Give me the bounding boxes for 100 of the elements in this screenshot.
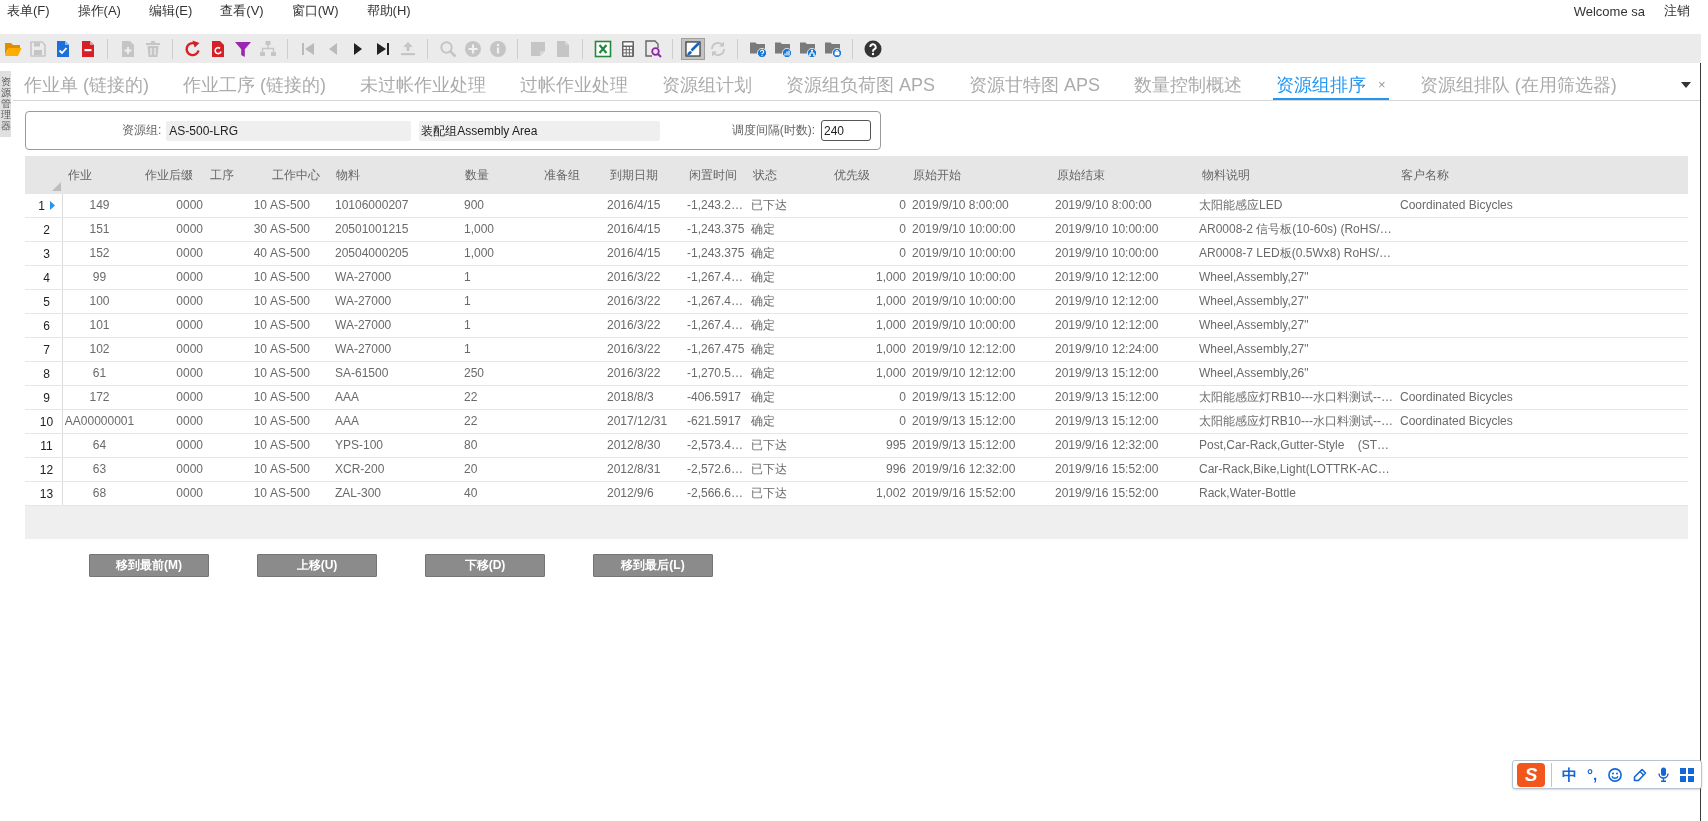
table-cell-text: AS-500	[269, 221, 312, 238]
table-cell-text: 0000	[175, 365, 204, 382]
column-header[interactable]: 数量	[460, 156, 541, 194]
row-number: 13	[39, 486, 54, 501]
refresh-icon[interactable]	[183, 39, 202, 58]
funnel-icon[interactable]	[233, 39, 252, 58]
column-header[interactable]: 准备组	[541, 156, 605, 194]
table-cell-text: 10	[252, 197, 268, 214]
column-header[interactable]: 状态	[750, 156, 809, 194]
move-first-button[interactable]: 移到最前(M)	[89, 554, 209, 577]
row-number: 1	[38, 198, 45, 213]
table-cell-text: Post,Car-Rack,Gutter-Style (ST…	[1198, 437, 1391, 454]
table-cell-text: -2,566.6…	[686, 485, 745, 502]
table-cell-text: 102	[88, 341, 111, 358]
menu-item[interactable]: 编辑(E)	[148, 2, 193, 20]
table-cell-text: 确定	[750, 365, 776, 382]
table-cell-text: 太阳能感应灯RB10---水口料测试--…	[1198, 389, 1394, 406]
column-header[interactable]: 作业	[63, 156, 136, 194]
table-cell-text: -2,573.4…	[686, 437, 745, 454]
column-header[interactable]: 物料	[331, 156, 460, 194]
table-cell-text: 2019/9/16 15:52:00	[1054, 461, 1160, 478]
table-cell-text: AS-500	[269, 365, 312, 382]
menu-item[interactable]: 操作(A)	[77, 2, 121, 20]
tab-close-button[interactable]: ×	[1378, 73, 1386, 97]
spreadsheet-icon[interactable]	[593, 39, 612, 58]
table-cell-text: 10	[252, 293, 268, 310]
table-cell-text: Car-Rack,Bike,Light(LOTTRK-AC…	[1198, 461, 1391, 478]
table-cell-text: 2019/9/10 10:00:00	[911, 317, 1017, 334]
move-down-button[interactable]: 下移(D)	[425, 554, 545, 577]
table-cell-text: 2019/9/10 10:00:00	[1054, 245, 1160, 262]
table-cell-text: 确定	[750, 317, 776, 334]
input-mode-toggle[interactable]: 中	[1562, 764, 1577, 785]
table-cell-text: 1	[463, 269, 472, 286]
table-cell-text: 0000	[175, 293, 204, 310]
document-search-icon[interactable]	[643, 39, 662, 58]
ime-logo: S	[1517, 762, 1545, 787]
resource-group-field[interactable]: AS-500-LRG	[166, 120, 412, 141]
table-cell-text: 1,000	[874, 293, 907, 310]
column-header[interactable]: 作业后缀	[136, 156, 205, 194]
column-header[interactable]: 优先级	[809, 156, 909, 194]
move-last-button[interactable]: 移到最后(L)	[593, 554, 713, 577]
table-cell-text: -1,267.4…	[686, 293, 745, 310]
table-cell-text: 22	[463, 389, 479, 406]
table-cell-text: 2019/9/10 10:00:00	[911, 221, 1017, 238]
table-cell-text: AS-500	[269, 341, 312, 358]
table-cell-text: 确定	[750, 389, 776, 406]
table-cell-text: 2019/9/13 15:12:00	[911, 437, 1017, 454]
table-cell-text: 0000	[175, 389, 204, 406]
tab[interactable]: 资源组排序 ×	[1273, 73, 1389, 100]
side-panel-tab[interactable]: 资源管理器	[0, 71, 11, 137]
table-cell-text: Coordinated Bicycles	[1399, 197, 1514, 214]
table-cell-text: 2018/8/3	[606, 389, 655, 406]
table-cell-text: -2,572.6…	[686, 461, 745, 478]
table-cell-text: 20	[463, 461, 479, 478]
column-header[interactable]: 工序	[205, 156, 268, 194]
table-cell-text: 99	[91, 269, 108, 286]
interval-input[interactable]: 240	[821, 120, 871, 141]
table-cell-text: 2019/9/10 10:00:00	[911, 293, 1017, 310]
table-cell-text: 0000	[175, 221, 204, 238]
table-cell-text: ZAL-300	[334, 485, 383, 502]
table-cell-text: 996	[884, 461, 907, 478]
punctuation-toggle[interactable]: °,	[1587, 764, 1598, 785]
table-cell-text: AAA	[334, 413, 360, 430]
column-header[interactable]: 工作中心	[268, 156, 331, 194]
brush-icon[interactable]	[680, 37, 705, 60]
table-cell-text: -1,267.4…	[686, 317, 745, 334]
table-cell-text: AS-500	[269, 485, 312, 502]
table-cell-text: 2016/3/22	[606, 365, 662, 382]
table-cell-text: 10	[252, 341, 268, 358]
help-icon[interactable]	[863, 39, 882, 58]
menu-item[interactable]: 帮助(H)	[366, 2, 411, 20]
row-number: 3	[43, 246, 50, 261]
table-cell-text: 152	[88, 245, 111, 262]
table-cell-text: 0000	[175, 437, 204, 454]
table-cell-text: 10	[252, 269, 268, 286]
table-cell-text: 2019/9/10 10:00:00	[911, 269, 1017, 286]
logout-link[interactable]: 注销	[1664, 2, 1690, 20]
table-cell-text: 2017/12/31	[606, 413, 669, 430]
caret-icon[interactable]	[1681, 82, 1691, 88]
table-cell-text: 40	[252, 245, 268, 262]
column-header[interactable]: 原始开始	[909, 156, 1053, 194]
column-header[interactable]: 客户名称	[1398, 156, 1688, 194]
column-header[interactable]: 原始结束	[1053, 156, 1197, 194]
grid-icon[interactable]	[1680, 767, 1695, 782]
table-cell-text: XCR-200	[334, 461, 386, 478]
column-header[interactable]: 闲置时间	[685, 156, 750, 194]
table-cell-text: 1,002	[874, 485, 907, 502]
table-cell-text: Wheel,Assembly,27"	[1198, 317, 1310, 334]
smiley-icon[interactable]	[1608, 767, 1623, 782]
column-header[interactable]: 物料说明	[1197, 156, 1398, 194]
menu-item[interactable]: 查看(V)	[220, 2, 264, 20]
table-cell-text: 63	[91, 461, 108, 478]
menu-item[interactable]: 表单(F)	[7, 2, 50, 20]
column-header[interactable]: 到期日期	[605, 156, 685, 194]
move-up-button[interactable]: 上移(U)	[257, 554, 377, 577]
pen-icon[interactable]	[1633, 767, 1648, 782]
microphone-icon[interactable]	[1658, 767, 1670, 782]
table-cell-text: Rack,Water-Bottle	[1198, 485, 1297, 502]
menu-item[interactable]: 窗口(W)	[291, 2, 339, 20]
table-cell-text: 1,000	[463, 221, 496, 238]
